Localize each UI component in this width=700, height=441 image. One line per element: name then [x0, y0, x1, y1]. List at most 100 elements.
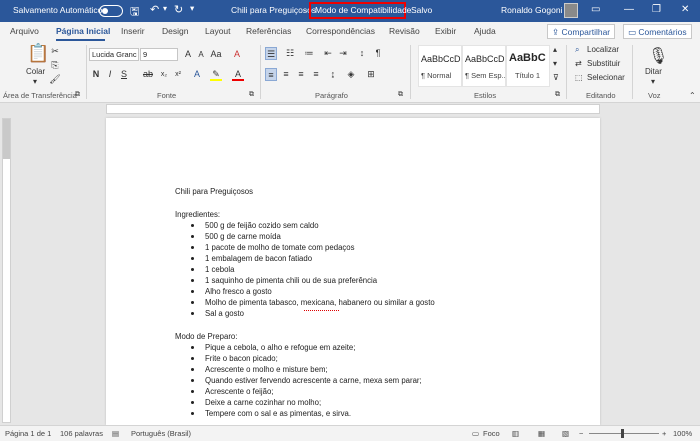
numbering-icon[interactable]: ☷: [284, 47, 296, 60]
font-launcher-icon[interactable]: ⧉: [249, 91, 254, 99]
bullets-icon[interactable]: ☰: [265, 47, 277, 60]
justify-icon[interactable]: ≡: [310, 68, 322, 81]
tab-referencias[interactable]: Referências: [246, 26, 291, 36]
replace-button[interactable]: Substituir: [587, 59, 620, 68]
font-size-field[interactable]: 9: [140, 48, 178, 61]
tab-pagina-inicial[interactable]: Página Inicial: [56, 26, 110, 36]
list-item[interactable]: Deixe a carne cozinhar no molho;: [205, 398, 321, 407]
read-mode-icon[interactable]: ▥: [512, 429, 519, 438]
focus-icon[interactable]: ▭: [472, 429, 479, 438]
paste-label[interactable]: Colar: [26, 67, 45, 76]
page-count[interactable]: Página 1 de 1: [5, 429, 51, 438]
web-layout-icon[interactable]: ▧: [562, 429, 569, 438]
tab-layout[interactable]: Layout: [205, 26, 231, 36]
find-button[interactable]: Localizar: [587, 45, 619, 54]
show-marks-icon[interactable]: ¶: [372, 47, 384, 60]
tab-exibir[interactable]: Exibir: [435, 26, 456, 36]
share-button[interactable]: ⇪ Compartilhar: [547, 24, 616, 39]
restore-button[interactable]: ❐: [652, 4, 661, 15]
styles-scroll-down-icon[interactable]: ▾: [553, 59, 557, 68]
horizontal-ruler[interactable]: [0, 103, 700, 115]
paragraph-launcher-icon[interactable]: ⧉: [398, 91, 403, 99]
list-item[interactable]: Molho de pimenta tabasco, mexicana, haba…: [205, 298, 435, 307]
list-item[interactable]: Pique a cebola, o alho e refogue em azei…: [205, 343, 355, 352]
focus-button[interactable]: Foco: [483, 429, 500, 438]
save-icon[interactable]: 🖫: [130, 3, 139, 22]
increase-indent-icon[interactable]: ⇥: [337, 47, 349, 60]
list-item[interactable]: Acrescente o molho e misture bem;: [205, 365, 328, 374]
zoom-thumb[interactable]: [621, 429, 624, 438]
avatar[interactable]: [564, 3, 578, 18]
bold-icon[interactable]: N: [90, 68, 102, 81]
customize-toolbar-icon[interactable]: ▾: [190, 3, 194, 14]
ingredients-heading[interactable]: Ingredientes:: [175, 210, 220, 219]
change-case-icon[interactable]: Aa: [210, 48, 222, 61]
strikethrough-icon[interactable]: ab: [142, 68, 154, 81]
list-item[interactable]: 1 embalagem de bacon fatiado: [205, 254, 312, 263]
text-effects-icon[interactable]: A: [191, 68, 203, 81]
print-layout-icon[interactable]: ▦: [538, 429, 545, 438]
italic-icon[interactable]: I: [104, 68, 116, 81]
proofing-icon[interactable]: ▤: [112, 429, 119, 438]
cut-icon[interactable]: ✂: [49, 45, 61, 58]
tab-design[interactable]: Design: [162, 26, 188, 36]
list-item[interactable]: Alho fresco a gosto: [205, 287, 272, 296]
sort-icon[interactable]: ↕: [356, 47, 368, 60]
collapse-ribbon-icon[interactable]: ⌃: [689, 91, 696, 100]
minimize-button[interactable]: —: [624, 4, 634, 15]
vertical-ruler[interactable]: [2, 118, 11, 423]
styles-scroll-up-icon[interactable]: ▴: [553, 45, 557, 54]
user-name[interactable]: Ronaldo Gogoni: [501, 5, 562, 15]
grow-font-icon[interactable]: A: [182, 48, 194, 61]
close-button[interactable]: ✕: [681, 4, 689, 15]
paste-icon[interactable]: 📋: [27, 43, 49, 64]
list-item[interactable]: 1 cebola: [205, 265, 234, 274]
list-item[interactable]: Sal a gosto: [205, 309, 244, 318]
zoom-level[interactable]: 100%: [673, 429, 692, 438]
select-button[interactable]: Selecionar: [587, 73, 625, 82]
language[interactable]: Português (Brasil): [131, 429, 191, 438]
style-no-spacing[interactable]: AaBbCcD ¶ Sem Esp...: [462, 45, 508, 87]
highlight-icon[interactable]: ✎: [210, 68, 222, 81]
list-item[interactable]: Quando estiver fervendo acrescente a car…: [205, 376, 422, 385]
prep-heading[interactable]: Modo de Preparo:: [175, 332, 237, 341]
comments-button[interactable]: ▭ Comentários: [623, 24, 692, 39]
clipboard-launcher-icon[interactable]: ⧉: [75, 91, 80, 99]
line-spacing-icon[interactable]: ↨: [327, 68, 339, 81]
zoom-slider[interactable]: [589, 433, 659, 434]
document-page[interactable]: Chili para Preguiçosos Ingredientes: 500…: [106, 118, 600, 425]
tab-inserir[interactable]: Inserir: [121, 26, 145, 36]
decrease-indent-icon[interactable]: ⇤: [322, 47, 334, 60]
align-right-icon[interactable]: ≡: [295, 68, 307, 81]
undo-dropdown-icon[interactable]: ▾: [163, 4, 167, 13]
dictate-button[interactable]: Ditar: [645, 67, 662, 76]
zoom-in-icon[interactable]: +: [662, 429, 666, 438]
tab-correspondencias[interactable]: Correspondências: [306, 26, 375, 36]
autosave-toggle[interactable]: [99, 5, 123, 17]
tab-arquivo[interactable]: Arquivo: [10, 26, 39, 36]
paste-dropdown-icon[interactable]: ▾: [33, 77, 37, 86]
undo-icon[interactable]: ↶: [150, 3, 159, 16]
subscript-icon[interactable]: x₂: [158, 68, 170, 81]
list-item[interactable]: 500 g de carne moída: [205, 232, 281, 241]
list-item[interactable]: Acrescente o feijão;: [205, 387, 273, 396]
list-item[interactable]: 500 g de feijão cozido sem caldo: [205, 221, 319, 230]
list-item[interactable]: Frite o bacon picado;: [205, 354, 278, 363]
list-item[interactable]: Tempere com o sal e as pimentas, e sirva…: [205, 409, 351, 418]
tab-revisao[interactable]: Revisão: [389, 26, 420, 36]
superscript-icon[interactable]: x²: [172, 68, 184, 81]
word-count[interactable]: 106 palavras: [60, 429, 103, 438]
borders-icon[interactable]: ⊞: [365, 68, 377, 81]
font-name-field[interactable]: Lucida Granc: [89, 48, 139, 61]
tab-ajuda[interactable]: Ajuda: [474, 26, 496, 36]
dictate-dropdown-icon[interactable]: ▾: [651, 77, 655, 86]
style-heading-1[interactable]: AaBbC Título 1: [506, 45, 550, 87]
styles-more-icon[interactable]: ⊽: [553, 73, 559, 82]
clear-format-icon[interactable]: A: [231, 48, 243, 61]
font-color-icon[interactable]: A: [232, 68, 244, 81]
shrink-font-icon[interactable]: A: [195, 48, 207, 61]
styles-launcher-icon[interactable]: ⧉: [555, 91, 560, 99]
align-center-icon[interactable]: ≡: [280, 68, 292, 81]
microphone-icon[interactable]: 🎙: [648, 46, 668, 66]
format-painter-icon[interactable]: 🖌: [49, 73, 61, 86]
